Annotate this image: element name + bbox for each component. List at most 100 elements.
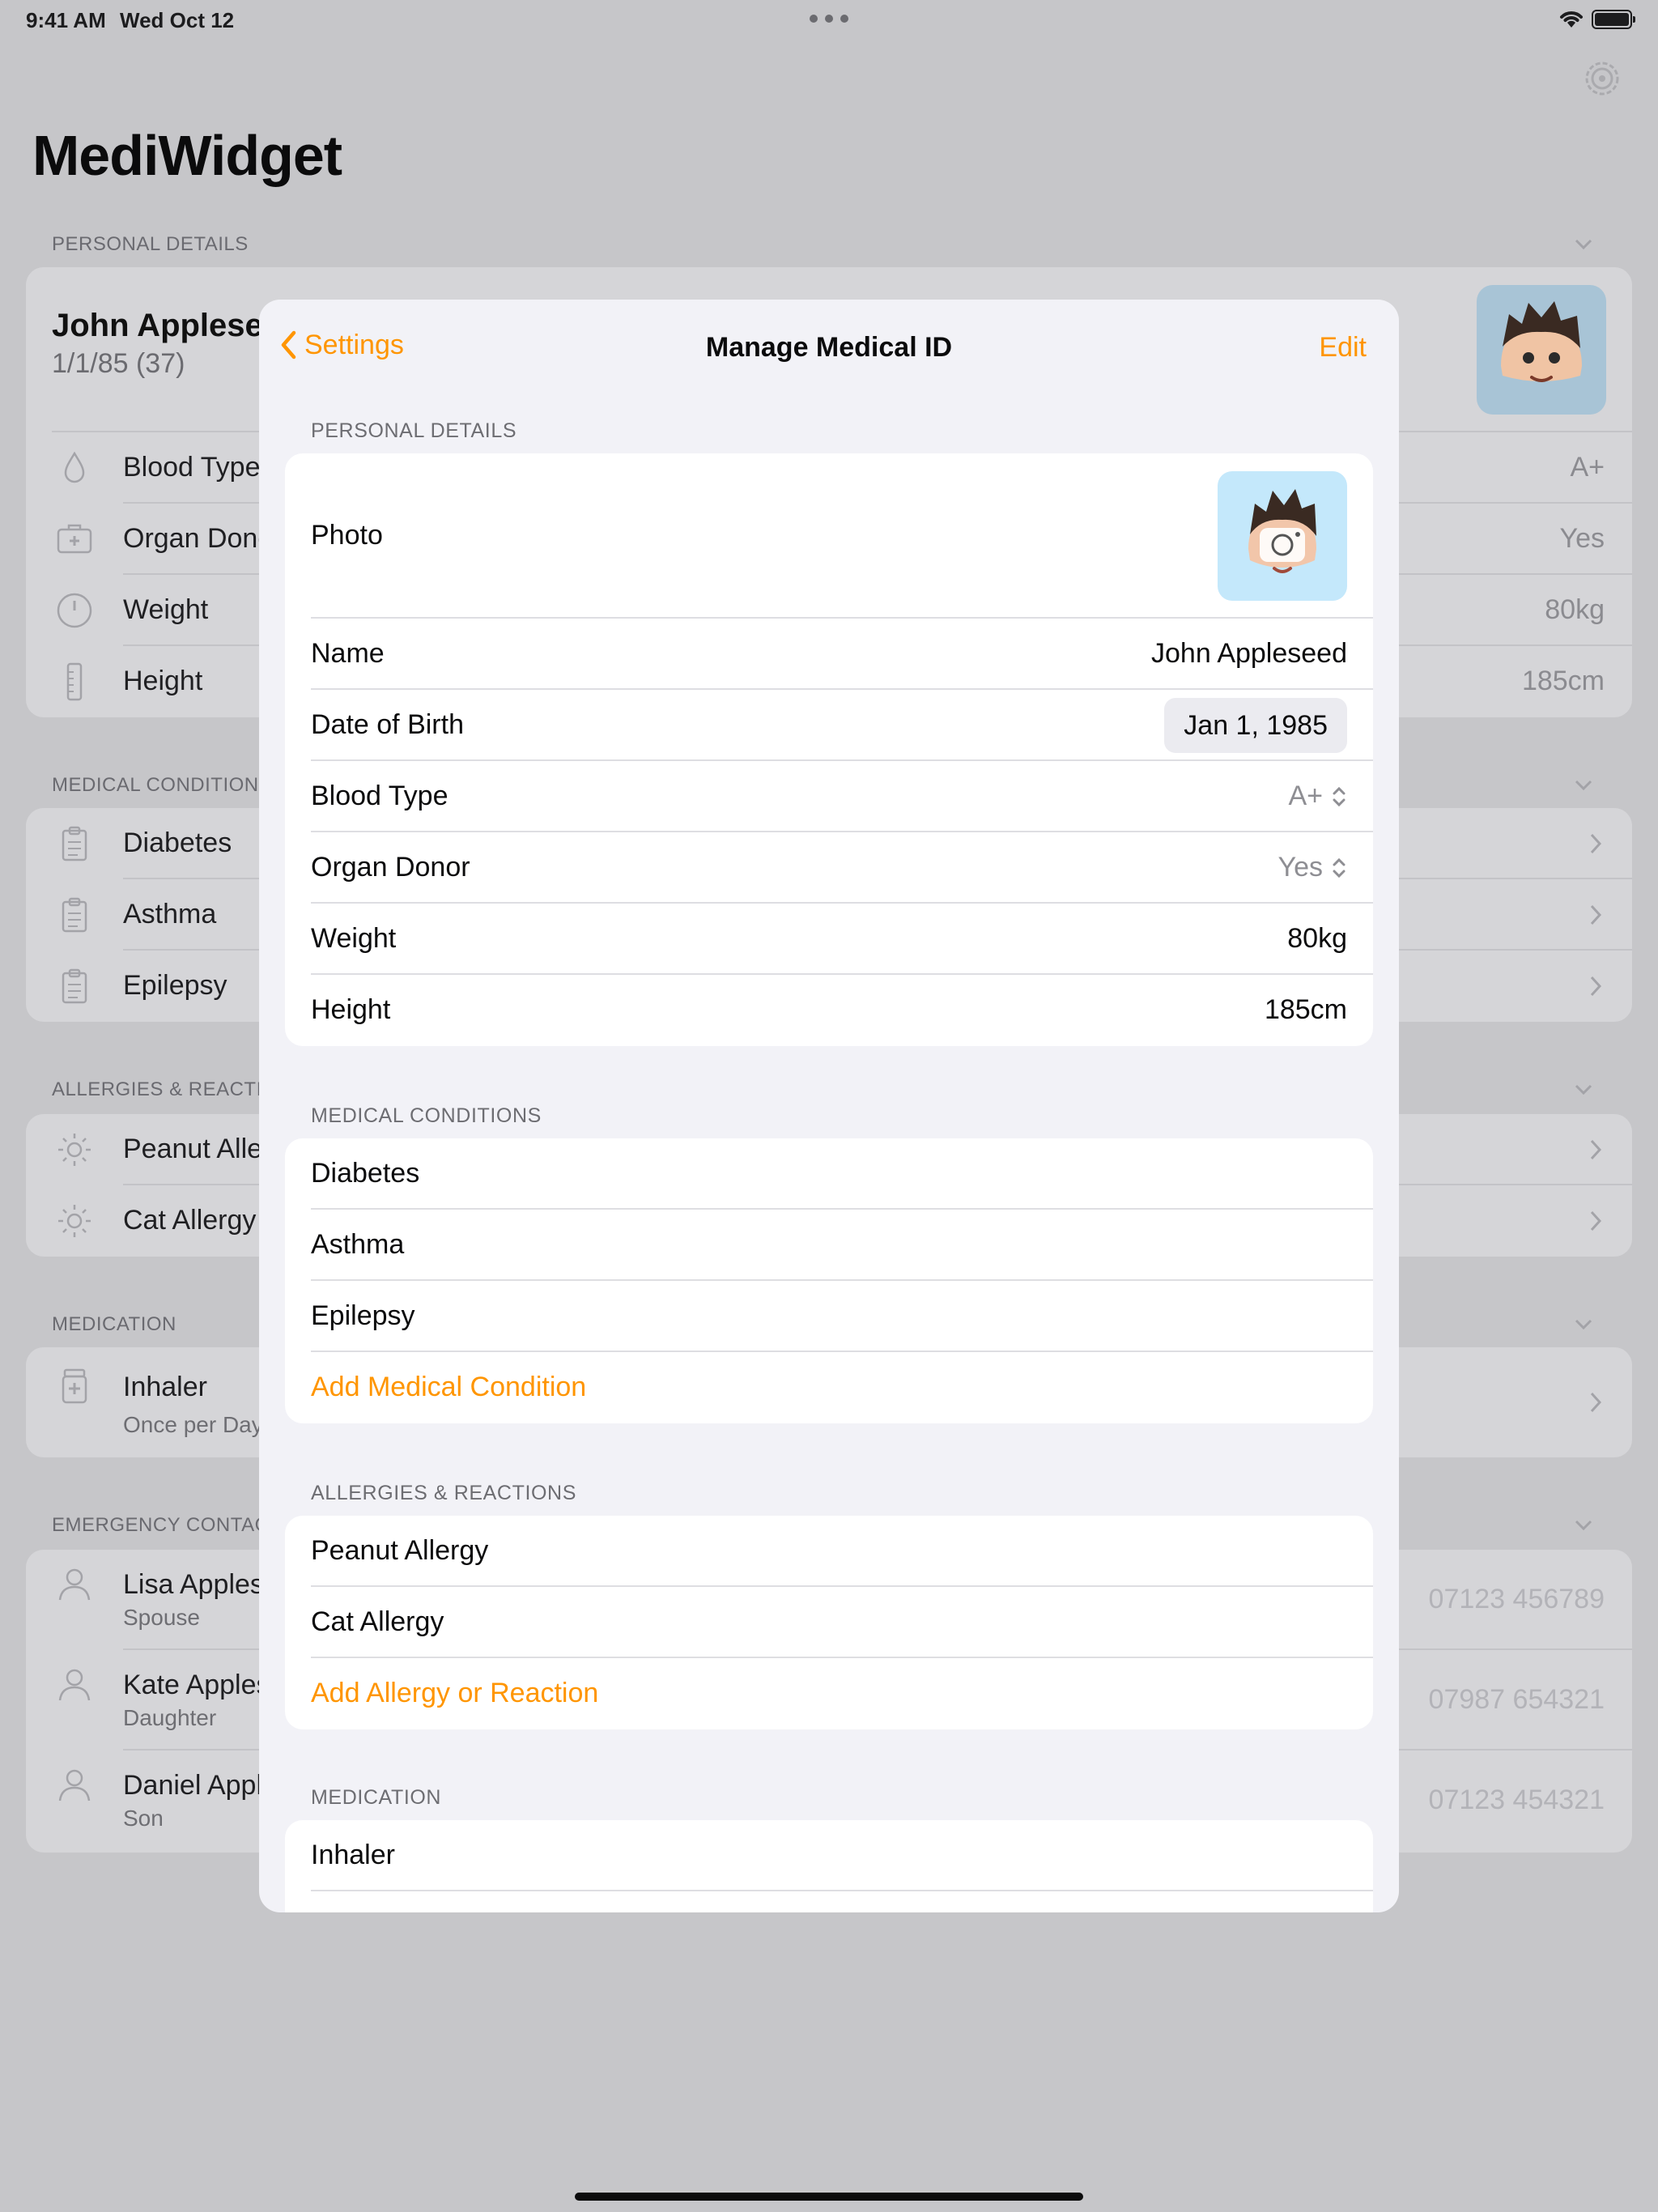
chevron-down-icon[interactable]	[1574, 1083, 1593, 1096]
clipboard-icon	[62, 826, 87, 861]
height-row[interactable]: Height 185cm	[285, 975, 1373, 1046]
organ-donor-value: Yes	[1278, 852, 1323, 883]
bg-contact-relation: Spouse	[123, 1605, 200, 1630]
allergy-label: Cat Allergy	[311, 1606, 444, 1637]
personal-details-group: Photo Name John Appleseed Date of Birth …	[285, 453, 1373, 1046]
name-label: Name	[311, 638, 385, 669]
section-header-personal: PERSONAL DETAILS	[311, 419, 517, 442]
sheet-title: Manage Medical ID	[705, 332, 953, 363]
height-label: Height	[311, 994, 391, 1025]
weight-value[interactable]: 80kg	[1287, 923, 1347, 955]
bg-contact-phone[interactable]: 07123 454321	[1429, 1784, 1605, 1816]
bg-contact-phone[interactable]: 07123 456789	[1429, 1584, 1605, 1615]
allergen-icon	[58, 1205, 91, 1237]
condition-row[interactable]: Epilepsy	[285, 1281, 1373, 1352]
bg-row-label: Epilepsy	[123, 970, 227, 1001]
condition-label: Epilepsy	[311, 1300, 415, 1331]
medication-label: Inhaler	[311, 1840, 395, 1870]
height-value[interactable]: 185cm	[1265, 994, 1347, 1026]
battery-icon	[1592, 10, 1635, 29]
conditions-group: Diabetes Asthma Epilepsy Add Medical Con…	[285, 1138, 1373, 1423]
condition-row[interactable]: Diabetes	[285, 1138, 1373, 1210]
add-medical-condition-button[interactable]: Add Medical Condition	[285, 1352, 1373, 1423]
allergy-row[interactable]: Cat Allergy	[285, 1587, 1373, 1658]
allergy-label: Peanut Allergy	[311, 1535, 489, 1566]
allergy-row[interactable]: Peanut Allergy	[285, 1516, 1373, 1587]
bg-contact-phone[interactable]: 07987 654321	[1429, 1684, 1605, 1716]
medication-row[interactable]: Inhaler	[285, 1820, 1373, 1891]
organ-donor-picker[interactable]: Yes	[1278, 852, 1347, 883]
organ-donor-label: Organ Donor	[311, 852, 470, 883]
add-allergy-button[interactable]: Add Allergy or Reaction	[285, 1658, 1373, 1729]
wifi-icon	[1560, 11, 1583, 28]
bg-dob: 1/1/85 (37)	[52, 348, 185, 379]
chevron-right-icon	[1590, 904, 1602, 925]
add-medical-condition-label: Add Medical Condition	[311, 1372, 587, 1402]
blood-type-row[interactable]: Blood Type A+	[285, 761, 1373, 832]
condition-label: Asthma	[311, 1229, 405, 1260]
bg-row-label: Inhaler	[123, 1372, 207, 1402]
date-of-birth-picker[interactable]: Jan 1, 1985	[1164, 698, 1347, 753]
blood-type-picker[interactable]: A+	[1288, 781, 1347, 812]
chevron-right-icon	[1590, 833, 1602, 854]
bg-contact-relation: Daughter	[123, 1705, 217, 1730]
bg-row-value: A+	[1570, 452, 1605, 483]
weight-label: Weight	[311, 923, 397, 954]
dob-row[interactable]: Date of Birth Jan 1, 1985	[285, 690, 1373, 761]
allergen-icon	[58, 1134, 91, 1166]
bg-conditions-header: MEDICAL CONDITIONS	[52, 774, 273, 796]
manage-medical-id-sheet: Settings Manage Medical ID Edit PERSONAL…	[259, 300, 1399, 1912]
bg-row-sub: Once per Day	[123, 1412, 263, 1437]
chevron-up-down-icon	[1333, 786, 1346, 806]
chevron-down-icon[interactable]	[1574, 238, 1593, 251]
person-icon	[58, 1669, 91, 1701]
status-bar: 9:41 AM Wed Oct 12	[0, 0, 1658, 39]
chevron-down-icon[interactable]	[1574, 1318, 1593, 1331]
bg-contact-relation: Son	[123, 1806, 164, 1831]
section-header-conditions: MEDICAL CONDITIONS	[311, 1104, 542, 1127]
status-time: 9:41 AM	[26, 8, 106, 32]
chevron-right-icon	[1590, 976, 1602, 997]
bg-row-label: Height	[123, 666, 203, 696]
bg-row-label: Weight	[123, 594, 209, 625]
bg-personal-header: PERSONAL DETAILS	[52, 233, 249, 255]
chevron-right-icon	[1590, 1392, 1602, 1413]
chevron-up-down-icon	[1333, 857, 1346, 878]
edit-button[interactable]: Edit	[1319, 332, 1367, 364]
add-allergy-label: Add Allergy or Reaction	[311, 1678, 599, 1708]
photo-thumbnail[interactable]	[1218, 471, 1347, 601]
bg-medication-header: MEDICATION	[52, 1313, 176, 1335]
name-value[interactable]: John Appleseed	[1151, 638, 1347, 670]
blood-type-value: A+	[1288, 781, 1323, 811]
condition-label: Diabetes	[311, 1158, 420, 1189]
avatar[interactable]	[1477, 285, 1606, 415]
pill-bottle-icon	[62, 1368, 87, 1404]
person-icon	[58, 1769, 91, 1802]
photo-row[interactable]: Photo	[285, 453, 1373, 619]
person-icon	[58, 1568, 91, 1601]
photo-label: Photo	[311, 520, 383, 551]
clipboard-icon	[62, 897, 87, 933]
status-date: Wed Oct 12	[120, 8, 235, 32]
chevron-down-icon[interactable]	[1574, 1519, 1593, 1532]
condition-row[interactable]: Asthma	[285, 1210, 1373, 1281]
bg-row-value: Yes	[1559, 523, 1605, 554]
organ-donor-row[interactable]: Organ Donor Yes	[285, 832, 1373, 904]
chevron-right-icon	[1590, 1139, 1602, 1160]
allergies-group: Peanut Allergy Cat Allergy Add Allergy o…	[285, 1516, 1373, 1729]
chevron-right-icon	[1590, 1210, 1602, 1231]
weight-row[interactable]: Weight 80kg	[285, 904, 1373, 975]
bg-row-label: Asthma	[123, 899, 217, 929]
bg-row-label: Cat Allergy	[123, 1205, 257, 1236]
home-indicator[interactable]	[575, 2193, 1083, 2201]
section-header-medication: MEDICATION	[311, 1786, 442, 1809]
name-row[interactable]: Name John Appleseed	[285, 619, 1373, 690]
chevron-down-icon[interactable]	[1574, 779, 1593, 792]
multitasking-dots-icon[interactable]	[810, 15, 848, 23]
medication-group: Inhaler	[285, 1820, 1373, 1912]
medical-kit-icon	[57, 524, 92, 554]
gear-icon[interactable]	[1582, 58, 1622, 99]
blood-type-label: Blood Type	[311, 781, 449, 811]
bg-row-label: Blood Type	[123, 452, 261, 483]
app-title: MediWidget	[32, 124, 342, 187]
